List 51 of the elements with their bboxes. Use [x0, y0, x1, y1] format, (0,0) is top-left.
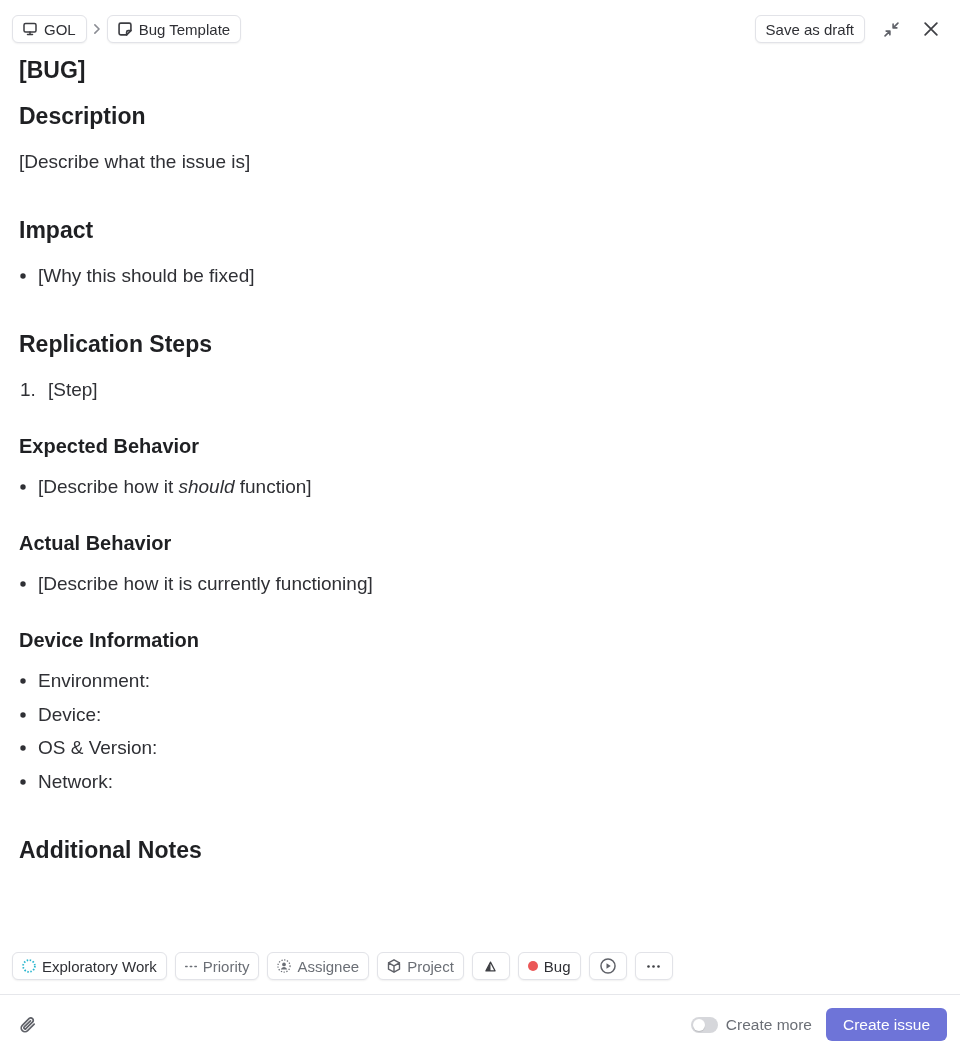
list-number: 1. [19, 378, 37, 402]
close-icon[interactable] [924, 22, 938, 36]
section-heading: Description [19, 102, 146, 131]
sticky-note-icon [117, 22, 132, 36]
collapse-icon[interactable] [883, 21, 899, 37]
list-item-text: [Describe how it should function] [38, 475, 312, 499]
list-item-text: [Why this should be fixed] [38, 264, 255, 288]
create-issue-button[interactable]: Create issue [826, 1008, 947, 1041]
dotted-circle-icon [22, 959, 36, 973]
bullet-icon [20, 745, 26, 751]
cube-icon [387, 959, 402, 973]
paperclip-icon[interactable] [20, 1016, 36, 1033]
dashes-icon [184, 964, 197, 968]
section-heading: Impact [19, 216, 94, 245]
cycle-button[interactable] [588, 952, 627, 980]
toggle-label: Create more [725, 1015, 812, 1034]
subsection-heading: Device Information [19, 628, 200, 653]
label-button[interactable]: Bug [517, 952, 581, 980]
assignee-button[interactable]: Assignee [267, 952, 370, 980]
triangle-icon [485, 960, 497, 972]
subsection-heading: Actual Behavior [19, 531, 172, 556]
more-icon [647, 964, 661, 968]
priority-button[interactable]: Priority [174, 952, 260, 980]
subsection-heading: Expected Behavior [19, 434, 200, 459]
bullet-icon [20, 678, 26, 684]
person-icon [277, 959, 292, 973]
bullet-icon [20, 778, 26, 785]
save-draft-button[interactable]: Save as draft [754, 15, 865, 43]
paragraph-text: [Describe what the issue is] [19, 150, 251, 174]
bullet-icon [20, 711, 26, 718]
status-button[interactable]: Exploratory Work [12, 952, 167, 980]
list-item-text: Device: [38, 702, 102, 727]
play-circle-icon [599, 958, 616, 974]
bullet-icon [20, 484, 26, 490]
bullet-icon [20, 581, 26, 587]
bullet-icon [20, 273, 26, 279]
monitor-icon [23, 22, 37, 36]
list-item-text: [Describe how it is currently functioning] [38, 572, 373, 596]
section-heading: Replication Steps [19, 330, 212, 359]
chevron-right-icon [93, 24, 100, 34]
issue-title: [BUG] [19, 56, 86, 85]
toggle-switch[interactable] [690, 1016, 718, 1033]
template-breadcrumb[interactable]: Bug Template [106, 15, 242, 43]
list-item-text: Environment: [38, 669, 150, 693]
estimate-button[interactable] [471, 952, 510, 980]
team-breadcrumb[interactable]: GOL [12, 15, 87, 43]
project-button[interactable]: Project [377, 952, 464, 980]
list-item-text: OS & Version: [38, 736, 158, 760]
list-item-text: Network: [38, 769, 113, 794]
list-item-text: [Step] [48, 378, 98, 402]
section-heading: Additional Notes [19, 835, 202, 865]
